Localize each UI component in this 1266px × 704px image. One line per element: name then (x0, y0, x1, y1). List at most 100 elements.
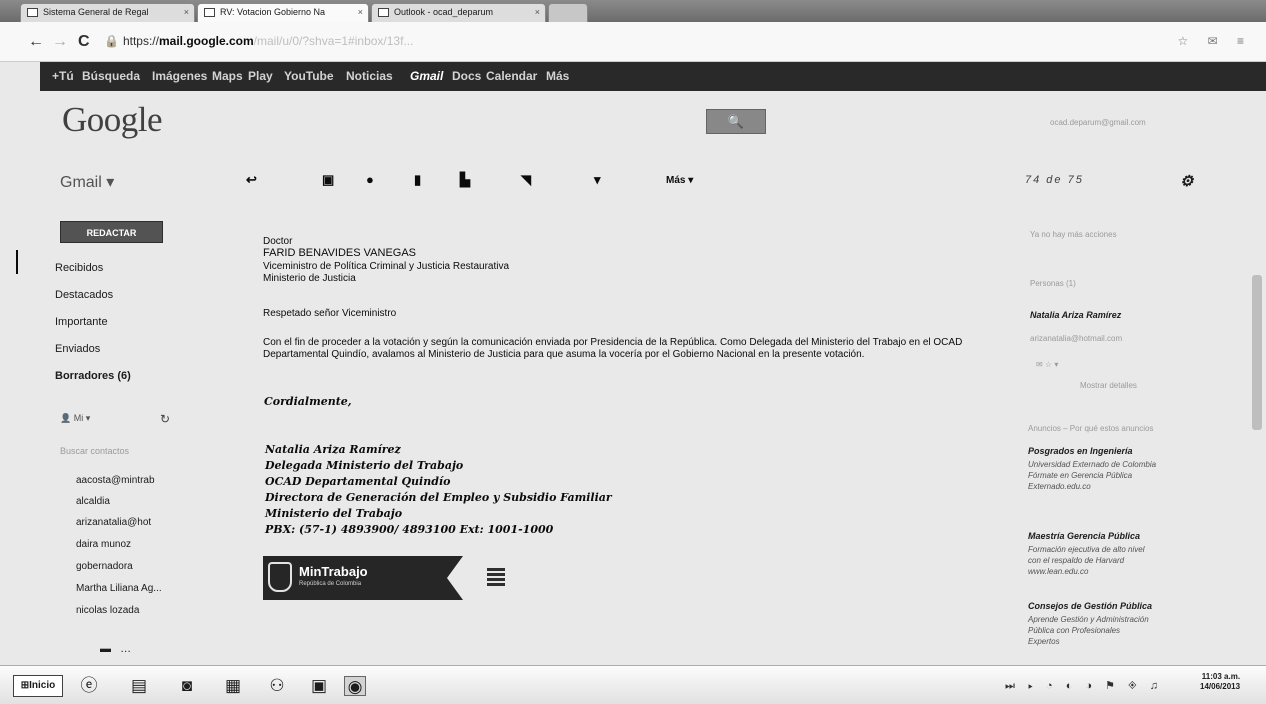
tab-title: Sistema General de Regal (43, 7, 149, 17)
google-logo[interactable]: Google (62, 100, 163, 140)
label-dropdown-icon[interactable]: ▾ (594, 172, 601, 188)
refresh-icon[interactable]: ↻ (160, 412, 170, 426)
google-bar: +Tú Búsqueda Imágenes Maps Play YouTube … (40, 62, 1266, 91)
contact-item[interactable]: gobernadora (76, 561, 133, 572)
move-to-icon[interactable]: ▙ (460, 172, 470, 188)
outlook-icon[interactable]: ◙ (176, 676, 198, 696)
lock-icon: 🔒 (104, 34, 119, 48)
contact-item[interactable]: arizanatalia@hot (76, 517, 151, 528)
archive-icon[interactable]: ▣ (322, 172, 334, 188)
contact-item[interactable]: Martha Liliana Ag... (76, 583, 162, 594)
person-icon: 👤 (60, 413, 74, 423)
browser-tab-active[interactable]: RV: Votacion Gobierno Na × (197, 3, 369, 22)
outlook-icon (378, 8, 389, 17)
ad-text: www.lean.edu.co (1028, 567, 1089, 576)
explorer-icon[interactable]: ▤ (128, 676, 150, 696)
gbar-plus[interactable]: +Tú (52, 69, 74, 83)
signature-line: Delegada Ministerio del Trabajo (265, 459, 464, 472)
signature-line: Directora de Generación del Empleo y Sub… (265, 491, 612, 504)
nav-drafts[interactable]: Borradores (6) (55, 370, 131, 382)
close-icon[interactable]: × (184, 4, 189, 21)
gbar-images[interactable]: Imágenes (152, 69, 207, 83)
recipient-name: FARID BENAVIDES VANEGAS (263, 247, 417, 259)
forward-arrow-icon[interactable]: → (52, 33, 68, 51)
reload-icon[interactable]: C (78, 33, 90, 51)
ad-title[interactable]: Posgrados en Ingeniería (1028, 446, 1133, 456)
gbar-news[interactable]: Noticias (346, 69, 393, 83)
recipient-role: Viceministro de Política Criminal y Just… (263, 261, 510, 272)
signature-name: Natalia Ariza Ramírez (265, 443, 401, 456)
labels-icon[interactable]: ◥ (521, 172, 531, 188)
gbar-search[interactable]: Búsqueda (82, 69, 140, 83)
start-button[interactable]: ⊞Inicio (13, 675, 63, 697)
system-tray-icons[interactable]: ⏭ ▸ ◔ ◐ ◑ ⚑ ◈ ♫ (1005, 679, 1163, 693)
search-button[interactable]: 🔍 (706, 109, 766, 134)
close-icon[interactable]: × (358, 4, 363, 21)
scrollbar-thumb[interactable] (1252, 275, 1262, 430)
signature-line: Ministerio del Trabajo (265, 507, 403, 520)
gbar-youtube[interactable]: YouTube (284, 69, 334, 83)
contact-search-input[interactable]: Buscar contactos (60, 446, 129, 456)
taskbar: ⊞Inicio ⓔ ▤ ◙ ▦ ⚇ ▣ ◉ ⏭ ▸ ◔ ◐ ◑ ⚑ ◈ ♫ 11… (0, 665, 1266, 704)
message-body: Con el fin de proceder a la votación y s… (263, 337, 963, 360)
nav-inbox[interactable]: Recibidos (55, 262, 103, 274)
closing: Cordialmente, (264, 395, 352, 408)
gear-icon[interactable]: ⚙ (1180, 172, 1193, 190)
more-button[interactable]: Más ▾ (666, 175, 693, 186)
signature-phone: PBX: (57-1) 4893900/ 4893100 Ext: 1001-1… (265, 523, 554, 536)
tab-title: Outlook - ocad_deparum (394, 7, 494, 17)
ad-title[interactable]: Consejos de Gestión Pública (1028, 601, 1152, 611)
clock[interactable]: 11:03 a.m. 14/06/2013 (1200, 672, 1240, 692)
close-icon[interactable]: × (535, 4, 540, 21)
gbar-play[interactable]: Play (248, 69, 273, 83)
gbar-maps[interactable]: Maps (212, 69, 243, 83)
nav-sent[interactable]: Enviados (55, 343, 100, 355)
right-panel-note: Ya no hay más acciones (1030, 230, 1117, 239)
address-bar-row: ← → C 🔒 https://mail.google.com/mail/u/0/… (0, 22, 1266, 62)
contact-item[interactable]: daira munoz (76, 539, 131, 550)
gbar-docs[interactable]: Docs (452, 69, 481, 83)
logo-text: MinTrabajo (299, 564, 368, 579)
logo-subtitle: República de Colombia (299, 581, 362, 587)
ads-header[interactable]: Anuncios – Por qué estos anuncios (1028, 424, 1153, 433)
ad-text: Pública con Profesionales (1028, 626, 1121, 635)
nav-important[interactable]: Importante (55, 316, 108, 328)
gmail-menu[interactable]: Gmail ▾ (60, 172, 114, 192)
gbar-more[interactable]: Más (546, 69, 569, 83)
person-actions-icon[interactable]: ✉ ☆ ▾ (1036, 360, 1058, 369)
windows-icon: ⊞ (20, 680, 30, 691)
nav-starred[interactable]: Destacados (55, 289, 113, 301)
gbar-calendar[interactable]: Calendar (486, 69, 537, 83)
person-name[interactable]: Natalia Ariza Ramírez (1030, 310, 1121, 320)
recipient-org: Ministerio de Justicia (263, 273, 356, 284)
new-tab-button[interactable] (548, 3, 588, 22)
people-header: Personas (1) (1030, 279, 1076, 288)
account-email[interactable]: ocad.deparum@gmail.com (1050, 118, 1146, 127)
browser-menu-icon[interactable]: ☆ ✉ ≡ (1178, 34, 1252, 48)
back-arrow-icon[interactable]: ← (28, 33, 44, 51)
chrome-icon[interactable]: ◉ (344, 676, 366, 696)
trash-icon[interactable]: ▮ (414, 172, 421, 188)
contact-item[interactable]: nicolas lozada (76, 605, 139, 616)
ie-icon[interactable]: ⓔ (78, 676, 100, 696)
contact-item[interactable]: alcaldia (76, 496, 110, 507)
person-email[interactable]: arizanatalia@hotmail.com (1030, 334, 1122, 343)
calendar-icon[interactable]: ▦ (222, 676, 244, 696)
browser-tab[interactable]: Sistema General de Regal × (20, 3, 195, 22)
show-details-link[interactable]: Mostrar detalles (1080, 381, 1137, 390)
chat-status-selector[interactable]: 👤 Mi ▾ (60, 413, 90, 424)
start-label: Inicio (29, 680, 56, 691)
people-icon[interactable]: ⚇ (266, 676, 288, 696)
ad-text: Aprende Gestión y Administración (1028, 615, 1149, 624)
gbar-gmail[interactable]: Gmail (410, 69, 443, 83)
url-field[interactable]: 🔒 https://mail.google.com/mail/u/0/?shva=… (104, 31, 1204, 51)
spam-icon[interactable]: ● (366, 172, 374, 187)
browser-tab-strip: Sistema General de Regal × RV: Votacion … (0, 0, 1266, 22)
ad-title[interactable]: Maestría Gerencia Pública (1028, 531, 1140, 541)
browser-tab[interactable]: Outlook - ocad_deparum × (371, 3, 546, 22)
contact-item[interactable]: aacosta@mintrab (76, 475, 155, 486)
notes-icon[interactable]: ▣ (308, 676, 330, 696)
compose-button[interactable]: REDACTAR (60, 221, 163, 243)
chat-bubble-icon[interactable]: ▬ … (100, 643, 131, 655)
back-to-inbox-icon[interactable]: ↩ (246, 172, 257, 188)
